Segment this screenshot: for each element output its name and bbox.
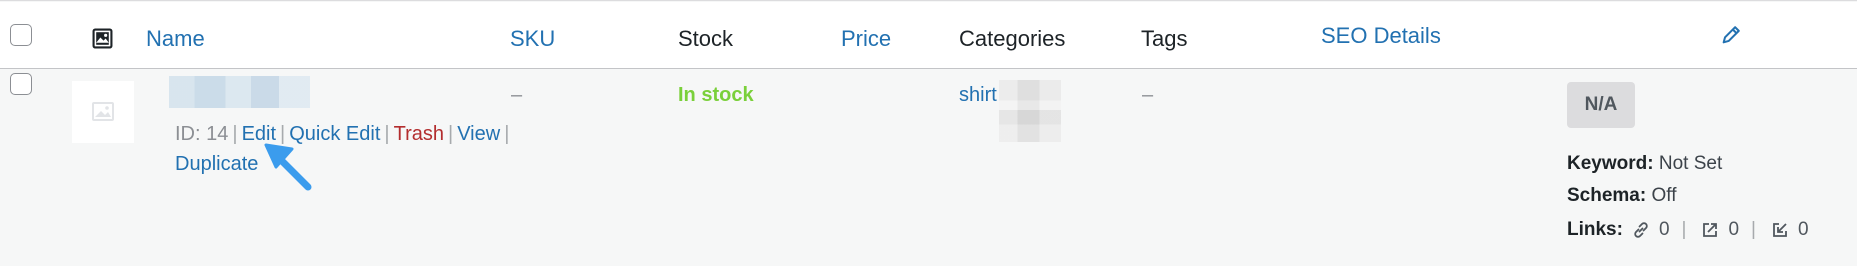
separator: | bbox=[504, 123, 510, 145]
column-header-categories: Categories bbox=[959, 26, 1066, 51]
stock-status: In stock bbox=[678, 84, 754, 106]
sku-value: – bbox=[511, 84, 523, 106]
link-icon bbox=[1634, 222, 1648, 238]
products-table: Name SKU Stock Price Categories Tags SEO… bbox=[0, 0, 1857, 266]
product-thumbnail[interactable] bbox=[72, 81, 134, 143]
column-header-stock: Stock bbox=[678, 26, 734, 51]
row-checkbox[interactable] bbox=[10, 73, 32, 95]
column-header-tags: Tags bbox=[1141, 26, 1188, 51]
links-label: Links: bbox=[1567, 219, 1623, 240]
column-header-name[interactable]: Name bbox=[146, 26, 205, 52]
seo-keyword: Keyword: Not Set bbox=[1567, 152, 1722, 176]
seo-links: Links: 0 | 0 | 0 bbox=[1567, 218, 1821, 242]
column-header-sku[interactable]: SKU bbox=[510, 26, 555, 52]
product-name-link[interactable] bbox=[169, 76, 310, 108]
tags-value: – bbox=[1142, 84, 1154, 106]
keyword-label: Keyword: bbox=[1567, 153, 1654, 174]
pencil-icon[interactable] bbox=[1720, 24, 1742, 46]
keyword-value: Not Set bbox=[1658, 153, 1723, 174]
category-link[interactable]: shirt bbox=[959, 82, 997, 108]
schema-label: Schema: bbox=[1567, 185, 1647, 206]
price-value bbox=[999, 80, 1061, 142]
view-link[interactable]: View bbox=[457, 123, 500, 145]
external-link-icon bbox=[1703, 223, 1718, 237]
image-placeholder-icon bbox=[92, 102, 114, 121]
incoming-link-icon bbox=[1773, 223, 1787, 237]
duplicate-link[interactable]: Duplicate bbox=[175, 153, 258, 175]
image-icon bbox=[92, 28, 113, 49]
select-all-checkbox[interactable] bbox=[10, 24, 32, 46]
schema-value: Off bbox=[1651, 185, 1677, 206]
column-header-price[interactable]: Price bbox=[841, 26, 891, 52]
row-actions: ID: 14 | Edit | Quick Edit | Trash | View | Dupli… bbox=[175, 119, 575, 179]
column-header-seo-details[interactable]: SEO Details bbox=[1321, 23, 1441, 49]
separator: | bbox=[384, 123, 390, 145]
separator: | bbox=[232, 123, 238, 145]
separator: | bbox=[1751, 219, 1756, 240]
external-links-count: 0 bbox=[1728, 219, 1740, 240]
separator: | bbox=[1681, 219, 1687, 240]
product-id: ID: 14 bbox=[175, 123, 229, 145]
seo-schema: Schema: Off bbox=[1567, 184, 1676, 208]
internal-links-count: 0 bbox=[1658, 219, 1670, 240]
separator: | bbox=[447, 123, 454, 145]
incoming-links-count: 0 bbox=[1797, 219, 1809, 240]
seo-score-badge: N/A bbox=[1567, 82, 1635, 128]
table-header: Name SKU Stock Price Categories Tags SEO… bbox=[0, 2, 1857, 69]
trash-link[interactable]: Trash bbox=[394, 123, 444, 145]
arrow-icon bbox=[264, 143, 312, 191]
